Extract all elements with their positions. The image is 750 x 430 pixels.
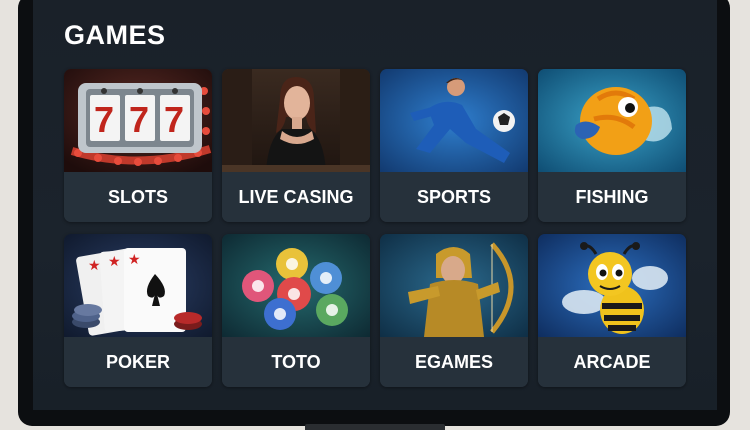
live-dealer-icon	[222, 69, 370, 172]
playing-cards-icon: ★ ★ ★	[64, 234, 212, 337]
game-card-slots[interactable]: 777 SLOTS	[64, 69, 212, 222]
game-card-poker[interactable]: ★ ★ ★ POKER	[64, 234, 212, 387]
monitor-stand	[305, 424, 445, 430]
game-label-toto: TOTO	[222, 337, 370, 387]
game-card-egames[interactable]: EGAMES	[380, 234, 528, 387]
game-label-poker: POKER	[64, 337, 212, 387]
slot-machine-icon: 777	[64, 69, 212, 172]
svg-text:7: 7	[94, 99, 114, 140]
svg-text:7: 7	[129, 99, 149, 140]
svg-text:★: ★	[128, 252, 141, 268]
game-card-arcade[interactable]: ARCADE	[538, 234, 686, 387]
game-label-sports: SPORTS	[380, 172, 528, 222]
game-label-live-casino: LIVE CASING	[222, 172, 370, 222]
svg-text:★: ★	[108, 254, 121, 270]
fish-icon	[538, 69, 686, 172]
game-card-sports[interactable]: SPORTS	[380, 69, 528, 222]
archer-icon	[380, 234, 528, 337]
game-label-slots: SLOTS	[64, 172, 212, 222]
game-label-arcade: ARCADE	[538, 337, 686, 387]
section-title: GAMES	[64, 20, 166, 50]
game-card-toto[interactable]: TOTO	[222, 234, 370, 387]
game-card-fishing[interactable]: FISHING	[538, 69, 686, 222]
game-card-live-casino[interactable]: LIVE CASING	[222, 69, 370, 222]
soccer-player-icon	[380, 69, 528, 172]
svg-text:★: ★	[88, 258, 101, 274]
game-label-egames: EGAMES	[380, 337, 528, 387]
lottery-balls-icon	[222, 234, 370, 337]
bee-icon	[538, 234, 686, 337]
svg-text:7: 7	[164, 99, 184, 140]
game-label-fishing: FISHING	[538, 172, 686, 222]
